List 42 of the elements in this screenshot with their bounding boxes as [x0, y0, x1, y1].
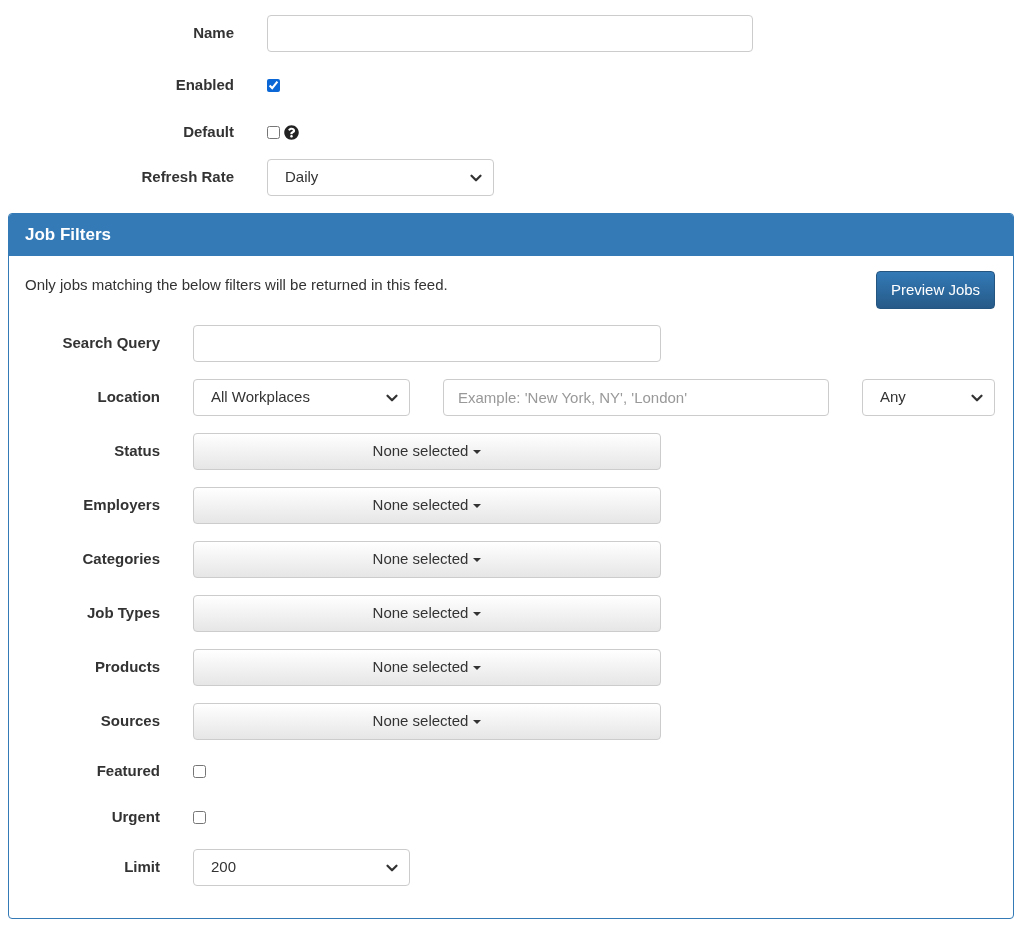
select-dropdown[interactable]: All Workplaces [193, 379, 410, 416]
field-label: Search Query [61, 333, 160, 354]
multiselect-button[interactable]: None selected [193, 541, 661, 578]
field-label: Default [182, 122, 234, 143]
field-label: Urgent [110, 807, 160, 828]
multiselect-button[interactable]: None selected [193, 649, 661, 686]
select-dropdown[interactable]: Daily [267, 159, 494, 196]
field-label: Job Types [85, 603, 160, 624]
checkbox[interactable] [193, 811, 206, 824]
multiselect-button[interactable]: None selected [193, 487, 661, 524]
select-dropdown[interactable]: 200 [193, 849, 410, 886]
intro-text: Only jobs matching the below filters will be returned in this feed. [25, 275, 448, 295]
field-label: Refresh Rate [140, 167, 234, 188]
field-label: Categories [81, 549, 160, 570]
field-label: Sources [99, 711, 160, 732]
caret-icon [473, 611, 482, 616]
preview-jobs-button[interactable]: Preview Jobs [876, 271, 995, 309]
multiselect-button[interactable]: None selected [193, 703, 661, 740]
text-field[interactable] [193, 325, 661, 362]
field-label: Location [96, 387, 160, 408]
caret-icon [473, 449, 482, 454]
field-label: Products [94, 657, 160, 678]
help-icon[interactable] [284, 125, 299, 140]
text-field[interactable]: Example: 'New York, NY', 'London' [443, 379, 829, 416]
panel-title: Job Filters [25, 224, 111, 247]
checkbox[interactable] [267, 126, 280, 139]
caret-icon [473, 503, 482, 508]
caret-icon [473, 665, 482, 670]
field-label: Featured [95, 761, 160, 782]
select-dropdown[interactable]: Any [862, 379, 995, 416]
multiselect-button[interactable]: None selected [193, 433, 661, 470]
caret-icon [473, 557, 482, 562]
field-label: Status [113, 441, 160, 462]
caret-icon [473, 719, 482, 724]
checkbox[interactable] [267, 79, 280, 92]
text-field[interactable] [267, 15, 753, 52]
multiselect-button[interactable]: None selected [193, 595, 661, 632]
field-label: Name [192, 23, 234, 44]
field-label: Enabled [174, 75, 234, 96]
checkbox[interactable] [193, 765, 206, 778]
field-label: Limit [123, 857, 160, 878]
field-label: Employers [82, 495, 160, 516]
